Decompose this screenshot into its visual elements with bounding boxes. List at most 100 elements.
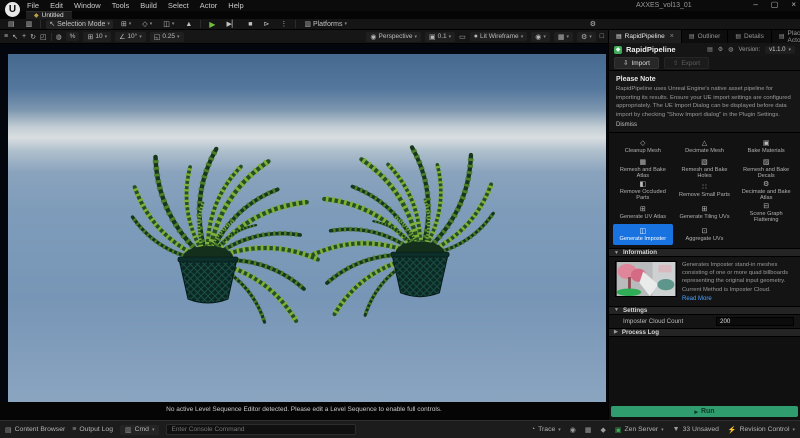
pipeline-action-generate-tiling-uvs[interactable]: ⊞Generate Tiling UVs (675, 202, 735, 223)
play-button[interactable]: ▶ (206, 20, 218, 29)
scale-snap-dropdown[interactable]: ◱ 0.25 ▾ (150, 32, 184, 42)
level-tab-label: Untitled (42, 12, 64, 19)
trace-dropdown[interactable]: ◔ Trace ▾ (531, 426, 561, 433)
dismiss-link[interactable]: Dismiss (616, 122, 637, 128)
import-button[interactable]: ⇩ Import (614, 57, 659, 69)
save-icon[interactable]: ▤ (5, 20, 18, 29)
content-browser-button[interactable]: ▤ Content Browser (5, 426, 65, 434)
selection-mode-dropdown[interactable]: ↖ Selection Mode ▾ (46, 20, 113, 29)
world-transform-icon[interactable]: ◍ (56, 33, 62, 41)
panel-tab-label: Details (744, 33, 764, 40)
settings-section-header[interactable]: ▼ Settings (609, 306, 800, 315)
play-options-icon[interactable]: ⋮ (277, 20, 290, 29)
cinematics-dropdown[interactable]: ◫▾ (160, 20, 177, 29)
pipeline-action-remove-occluded-parts[interactable]: ◧Remove Occluded Parts (613, 180, 673, 201)
settings-gear-icon[interactable]: ⚙ (587, 20, 599, 29)
menu-select[interactable]: Select (168, 1, 189, 10)
pipeline-action-remesh-and-bake-holes[interactable]: ▧Remesh and Bake Holes (675, 158, 735, 179)
menu-help[interactable]: Help (228, 1, 243, 10)
version-dropdown[interactable]: v1.1.0 ▾ (765, 46, 795, 54)
revision-control-dropdown[interactable]: ⚡ Revision Control ▾ (728, 426, 795, 434)
pipeline-action-generate-imposter[interactable]: ◫Generate Imposter (613, 224, 673, 245)
panel-tab-outliner[interactable]: ▤Outliner (682, 30, 728, 43)
docs-icon[interactable]: ▤ (707, 46, 713, 53)
maximize-icon[interactable]: ▢ (771, 0, 779, 9)
insights-icon[interactable]: ◉ (570, 426, 576, 434)
panel-tab-place-actors[interactable]: ▤Place Actors (772, 30, 800, 43)
memory-icon[interactable]: ▦ (585, 426, 592, 434)
read-more-link[interactable]: Read More (682, 296, 794, 302)
surface-snap-toggle[interactable]: % (66, 32, 80, 41)
view-mode-dropdown[interactable]: ● Lit Wireframe ▾ (470, 32, 527, 41)
pipeline-action-aggregate-uvs[interactable]: ⊡Aggregate UVs (675, 224, 735, 245)
move-tool-icon[interactable]: + (22, 33, 26, 40)
pipeline-action-remesh-and-bake-decals[interactable]: ▨Remesh and Bake Decals (736, 158, 796, 179)
process-log-section-header[interactable]: ▶ Process Log (609, 328, 800, 337)
menu-edit[interactable]: Edit (50, 1, 63, 10)
menu-file[interactable]: File (27, 1, 39, 10)
level-viewport[interactable]: No active Level Sequence Editor detected… (0, 44, 608, 420)
screenshot-icon[interactable]: ▭ (459, 33, 466, 41)
pipeline-action-decimate-mesh[interactable]: △Decimate Mesh (675, 136, 735, 157)
menu-actor[interactable]: Actor (200, 1, 218, 10)
viewport-settings-dropdown[interactable]: ⚙▾ (577, 32, 596, 42)
action-label: Decimate and Bake Atlas (738, 189, 794, 202)
pipeline-action-scene-graph-flattening[interactable]: ⊟Scene Graph Flattening (736, 202, 796, 223)
pipeline-action-remesh-and-bake-atlas[interactable]: ▦Remesh and Bake Atlas (613, 158, 673, 179)
frame-skip-button[interactable]: ▶▏ (223, 20, 240, 29)
add-actor-dropdown[interactable]: ⊞▾ (118, 20, 134, 29)
console-command-input[interactable] (166, 424, 356, 435)
output-log-button[interactable]: ≡ Output Log (72, 426, 113, 433)
gear-icon[interactable]: ⚙ (718, 46, 723, 53)
show-flags-dropdown[interactable]: ◉▾ (531, 32, 550, 42)
menu-build[interactable]: Build (140, 1, 157, 10)
main-toolbar: ▤ ▥ ↖ Selection Mode ▾ ⊞▾ ◇▾ ◫▾ ▲ ▶ ▶▏ ■… (0, 19, 800, 30)
pipeline-action-generate-uv-atlas[interactable]: ⊞Generate UV Atlas (613, 202, 673, 223)
platforms-dropdown[interactable]: ▥ Platforms ▾ (301, 20, 350, 29)
window-controls: – ▢ × (753, 0, 796, 9)
select-tool-icon[interactable]: ↖ (12, 33, 18, 41)
cmd-dropdown[interactable]: ▥ Cmd ▾ (120, 425, 160, 435)
maximize-viewport-icon[interactable]: □ (600, 33, 604, 40)
content-browser-icon[interactable]: ▥ (23, 20, 36, 29)
content-browser-label: Content Browser (15, 426, 66, 433)
notifications-icon[interactable]: ◆ (601, 426, 606, 434)
globe-icon[interactable]: ◍ (728, 46, 733, 53)
information-text: Generates Imposter stand-in meshes consi… (682, 261, 794, 293)
rotate-tool-icon[interactable]: ↻ (30, 33, 36, 41)
minimize-icon[interactable]: – (753, 0, 757, 9)
generate-tiling-uvs-icon: ⊞ (702, 206, 708, 213)
unsaved-button[interactable]: ▼ 33 Unsaved (673, 426, 719, 433)
grid-snap-dropdown[interactable]: ⊞ 10 ▾ (83, 32, 111, 42)
panel-tab-details[interactable]: ▤Details (728, 30, 772, 43)
information-section-header[interactable]: ▼ Information (609, 248, 800, 257)
panel-tab-rapidpipeline[interactable]: ▤RapidPipeline× (609, 30, 682, 43)
stop-button[interactable]: ■ (245, 20, 255, 29)
zen-server-dropdown[interactable]: ▣ Zen Server ▾ (615, 426, 664, 434)
view-options-dropdown[interactable]: ▦▾ (554, 32, 573, 42)
camera-speed-dropdown[interactable]: ▣ 0.1 ▾ (425, 32, 455, 42)
perspective-dropdown[interactable]: ◉ Perspective ▾ (366, 32, 421, 42)
imposter-cloud-count-input[interactable] (716, 317, 794, 326)
note-title: Please Note (616, 76, 793, 83)
launch-button[interactable]: ⊳ (260, 20, 272, 29)
scale-tool-icon[interactable]: ◰ (40, 33, 47, 41)
close-icon[interactable]: × (791, 0, 796, 9)
blueprints-dropdown[interactable]: ◇▾ (139, 20, 155, 29)
editor-modes-icon[interactable]: ▲ (182, 20, 195, 29)
window-title: AXXES_vol13_01 (636, 2, 692, 9)
scale-snap-value: 0.25 (162, 33, 175, 40)
menu-window[interactable]: Window (74, 1, 101, 10)
menu-tools[interactable]: Tools (112, 1, 130, 10)
pipeline-action-cleanup-mesh[interactable]: ◇Cleanup Mesh (613, 136, 673, 157)
export-button[interactable]: ⇧ Export (664, 57, 709, 69)
pipeline-action-bake-materials[interactable]: ▣Bake Materials (736, 136, 796, 157)
run-button[interactable]: ▸ Run (611, 406, 798, 417)
pipeline-action-remove-small-parts[interactable]: ∷Remove Small Parts (675, 180, 735, 201)
close-tab-icon[interactable]: × (670, 33, 674, 40)
viewport-menu-icon[interactable]: ≡ (4, 33, 8, 40)
level-tab-untitled[interactable]: ◆ Untitled (26, 11, 72, 19)
monitor-icon: ▥ (304, 20, 311, 28)
pipeline-action-decimate-and-bake-atlas[interactable]: ⚙Decimate and Bake Atlas (736, 180, 796, 201)
rotation-snap-dropdown[interactable]: ∠ 10° ▾ (115, 32, 146, 42)
